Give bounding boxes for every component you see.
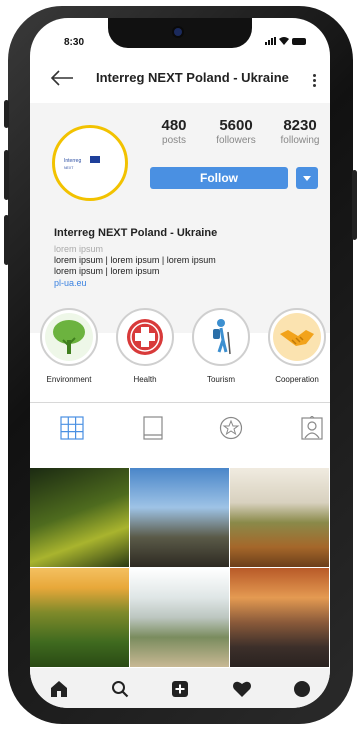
follow-dropdown-button[interactable] (296, 167, 318, 189)
chevron-down-icon (303, 176, 311, 181)
profile-category: lorem ipsum (54, 244, 104, 254)
posts-count: 480 (161, 117, 187, 134)
highlight-label: Tourism (206, 375, 235, 384)
highlight-label: Health (133, 375, 157, 384)
tagged-icon[interactable] (300, 416, 324, 440)
profile-name: Interreg NEXT Poland - Ukraine (54, 227, 218, 239)
bio-line-1: lorem ipsum | lorem ipsum | lorem ipsum (54, 255, 216, 265)
tree-icon (45, 313, 93, 361)
following-label: following (280, 135, 320, 146)
post-thumbnail[interactable] (130, 468, 229, 567)
status-time: 8:30 (64, 37, 85, 48)
post-thumbnail[interactable] (230, 468, 329, 567)
story-highlights: Environment Health Tourism Cooperation (30, 308, 330, 408)
phone-screen: 8:30 Interreg NEXT Poland - Ukraine Inte… (30, 18, 330, 708)
power-button (352, 170, 357, 240)
following-count: 8230 (283, 117, 317, 134)
posts-stat[interactable]: 480 posts (148, 117, 200, 146)
highlight-circle (116, 308, 174, 366)
bio-line-2: lorem ipsum | lorem ipsum (54, 266, 160, 276)
reels-icon[interactable] (142, 416, 164, 440)
highlight-label: Cooperation (275, 375, 319, 384)
status-icons (265, 37, 306, 45)
divider (30, 402, 330, 403)
posts-label: posts (162, 135, 186, 146)
handshake-icon (273, 313, 321, 361)
add-icon[interactable] (171, 680, 189, 698)
medical-cross-icon (127, 319, 163, 355)
home-icon[interactable] (50, 680, 68, 698)
bio: Interreg NEXT Poland - Ukraine lorem ips… (54, 227, 324, 288)
notch (108, 18, 252, 48)
signal-icon (265, 37, 276, 45)
svg-text:Interreg: Interreg (64, 158, 81, 164)
highlight-label: Environment (46, 375, 92, 384)
followers-count: 5600 (219, 117, 253, 134)
star-icon[interactable] (219, 416, 243, 440)
profile-link[interactable]: pl-ua.eu (54, 278, 324, 288)
heart-icon[interactable] (232, 680, 252, 698)
post-thumbnail[interactable] (30, 568, 129, 667)
volume-down-button (4, 215, 9, 265)
highlight-circle (192, 308, 250, 366)
more-options-icon[interactable] (313, 74, 316, 87)
highlight-cooperation[interactable]: Cooperation (266, 308, 328, 384)
wifi-icon (279, 37, 289, 45)
highlight-health[interactable]: Health (114, 308, 176, 384)
bottom-nav (30, 668, 330, 708)
interreg-logo: Interreg NEXT (64, 156, 100, 170)
post-thumbnail[interactable] (30, 468, 129, 567)
profile-tabs (30, 408, 330, 458)
avatar[interactable]: Interreg NEXT (52, 125, 128, 201)
hiker-icon (213, 319, 231, 355)
profile-stats: 480 posts 5600 followers 8230 following (148, 117, 328, 146)
post-thumbnail[interactable] (230, 568, 329, 667)
mute-button (4, 100, 9, 128)
svg-text:NEXT: NEXT (64, 166, 74, 170)
follow-button[interactable]: Follow (150, 167, 288, 189)
search-icon[interactable] (111, 680, 129, 698)
page-title: Interreg NEXT Poland - Ukraine (96, 70, 289, 85)
post-thumbnail[interactable] (130, 568, 229, 667)
highlight-environment[interactable]: Environment (38, 308, 100, 384)
volume-up-button (4, 150, 9, 200)
back-arrow-icon[interactable] (50, 69, 74, 87)
highlight-circle (40, 308, 98, 366)
followers-label: followers (216, 135, 256, 146)
battery-icon (292, 37, 306, 45)
grid-icon[interactable] (60, 416, 84, 440)
profile-section: Interreg NEXT 480 posts 5600 followers 8… (30, 103, 330, 333)
top-bar: Interreg NEXT Poland - Ukraine (30, 56, 330, 102)
following-stat[interactable]: 8230 following (272, 117, 328, 146)
highlight-tourism[interactable]: Tourism (190, 308, 252, 384)
photo-grid (30, 468, 330, 668)
followers-stat[interactable]: 5600 followers (200, 117, 272, 146)
highlight-circle (268, 308, 326, 366)
profile-icon[interactable] (293, 680, 311, 698)
camera-icon (174, 28, 182, 36)
